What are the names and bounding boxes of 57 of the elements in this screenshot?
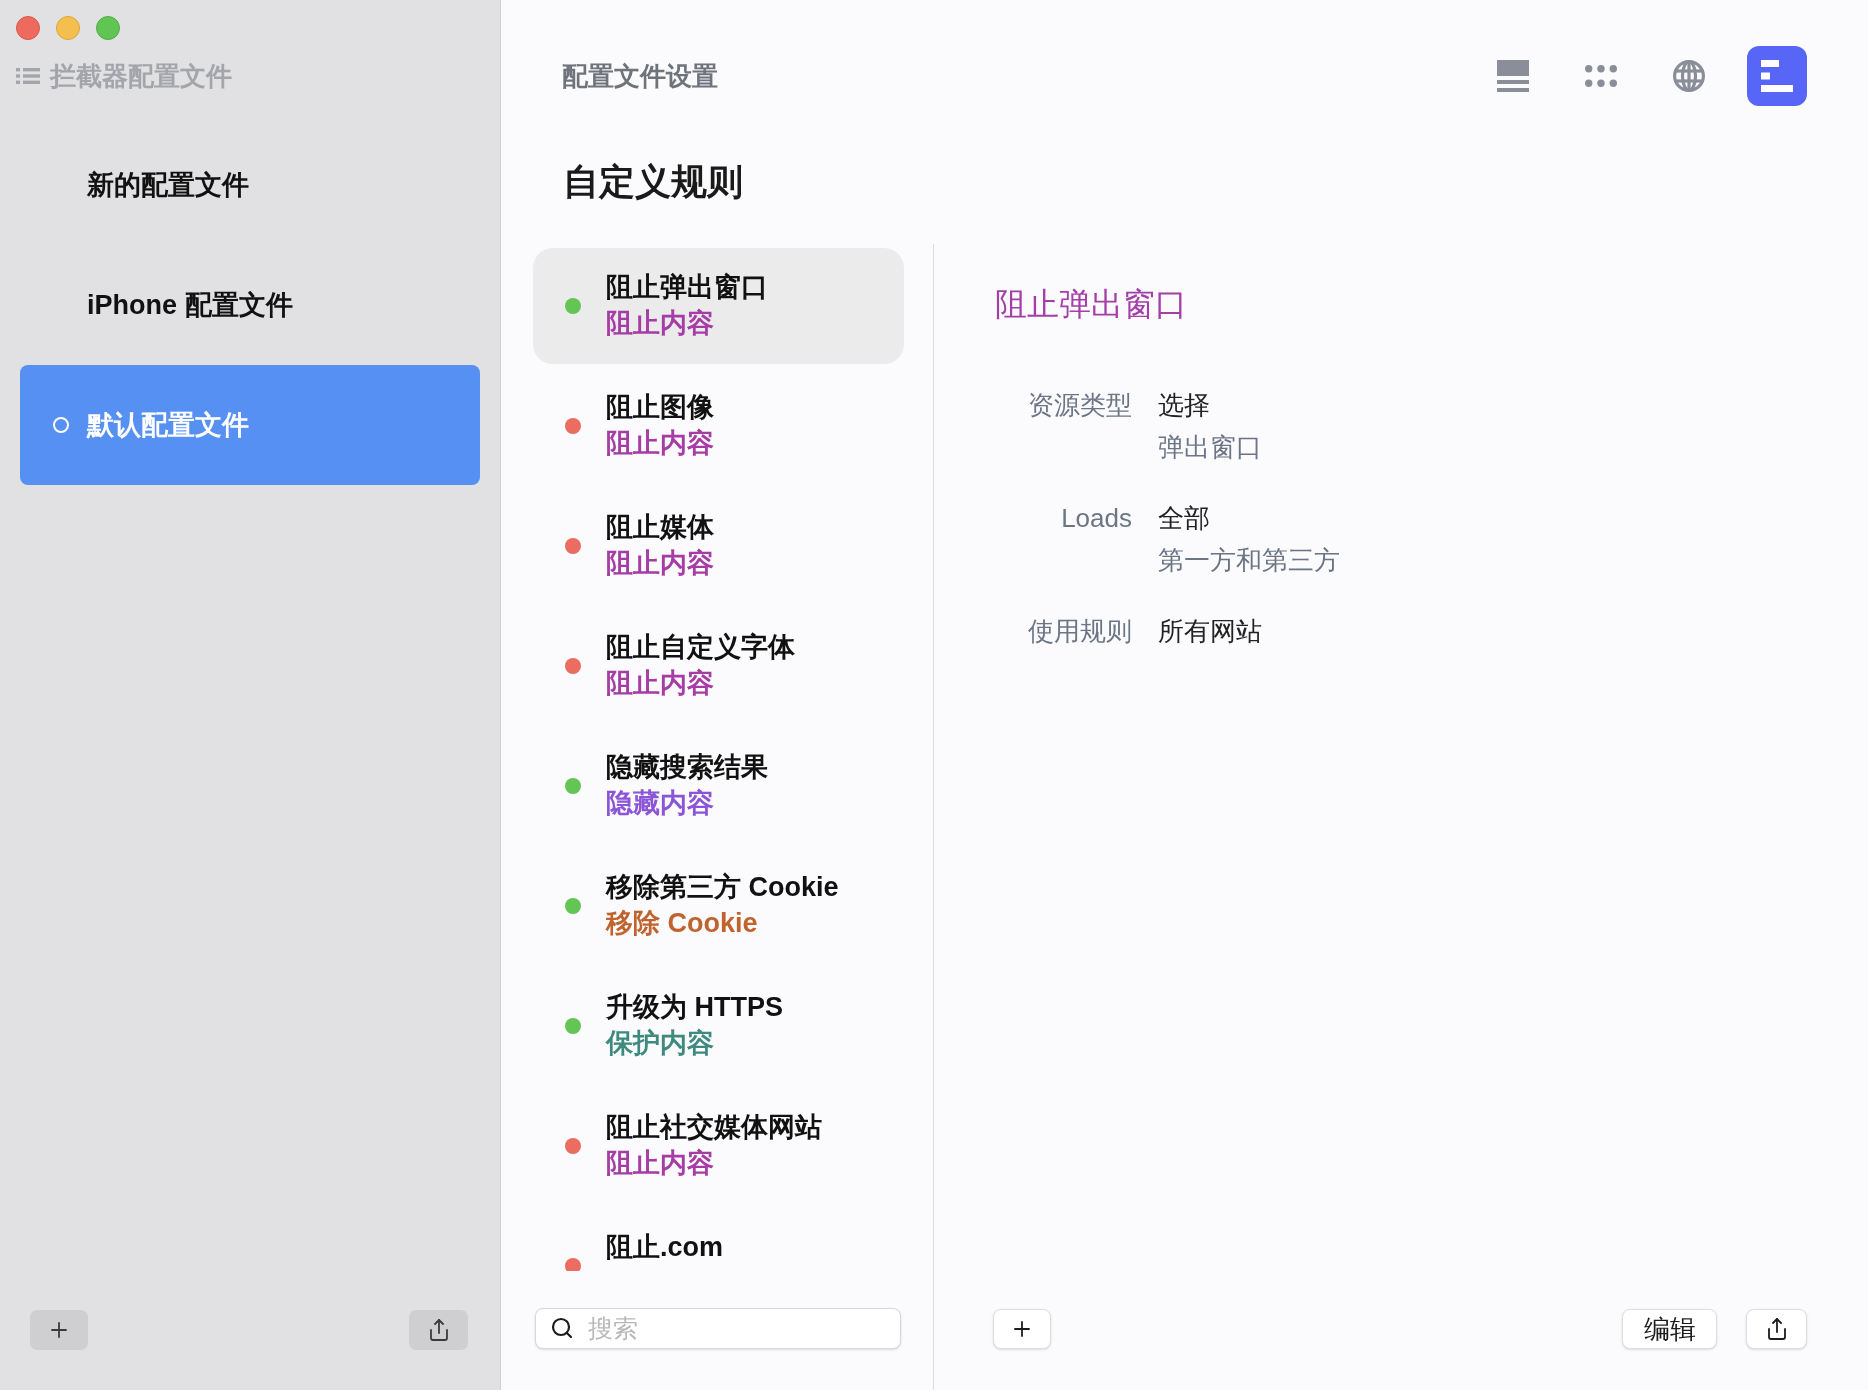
list-icon	[16, 68, 40, 84]
rule-item[interactable]: 阻止弹出窗口 阻止内容	[533, 248, 904, 364]
field-label: 资源类型	[1027, 389, 1132, 422]
rule-item[interactable]: 阻止社交媒体网站 阻止内容	[533, 1088, 904, 1204]
rule-title: 阻止.com	[606, 1231, 724, 1264]
rule-category: 隐藏内容	[606, 787, 715, 820]
rule-category: 保护内容	[606, 1027, 715, 1060]
share-button[interactable]	[1746, 1309, 1807, 1349]
rule-title: 阻止自定义字体	[606, 631, 795, 664]
field-label: 使用规则	[1027, 615, 1132, 648]
rule-item[interactable]: 移除第三方 Cookie 移除 Cookie	[533, 848, 904, 964]
field-note: 弹出窗口	[1158, 431, 1262, 464]
page-title: 配置文件设置	[562, 59, 718, 92]
field-value: 全部	[1158, 502, 1210, 535]
edit-button[interactable]: 编辑	[1622, 1309, 1717, 1349]
rule-category: 阻止内容	[606, 427, 714, 460]
bars-icon	[1761, 59, 1793, 92]
sidebar-heading: 拦截器配置文件	[50, 61, 232, 91]
radio-circle-icon	[53, 417, 69, 433]
rule-title: 阻止弹出窗口	[606, 271, 768, 304]
search-field[interactable]: 搜索	[535, 1308, 901, 1349]
search-icon	[550, 1316, 574, 1340]
rule-item[interactable]: 隐藏搜索结果 隐藏内容	[533, 728, 904, 844]
share-profile-button[interactable]	[409, 1310, 468, 1350]
rule-title: 阻止社交媒体网站	[606, 1111, 822, 1144]
rule-title: 隐藏搜索结果	[606, 751, 768, 784]
rule-item[interactable]: 阻止.com	[533, 1208, 904, 1271]
add-rule-button[interactable]	[993, 1309, 1051, 1349]
rule-title: 移除第三方 Cookie	[606, 871, 839, 904]
rule-category: 阻止内容	[606, 307, 715, 340]
profile-item[interactable]: iPhone 配置文件	[20, 245, 480, 365]
rule-title: 阻止图像	[606, 391, 714, 424]
dots-grid-icon	[1585, 64, 1617, 87]
section-title: 自定义规则	[563, 160, 743, 204]
rule-item[interactable]: 阻止图像 阻止内容	[533, 368, 904, 484]
toolbar-button[interactable]	[1747, 45, 1807, 106]
rule-category: 阻止内容	[606, 547, 714, 580]
profile-item[interactable]: 新的配置文件	[20, 125, 480, 245]
field-value: 选择	[1158, 389, 1210, 422]
field-label: Loads	[1060, 502, 1132, 535]
rule-item[interactable]: 阻止自定义字体 阻止内容	[533, 608, 904, 724]
globe-icon	[1673, 59, 1705, 92]
detail-title: 阻止弹出窗口	[995, 285, 1187, 324]
rule-category: 阻止内容	[606, 667, 715, 700]
minimize-button[interactable]	[56, 16, 80, 40]
close-button[interactable]	[16, 16, 40, 40]
maximize-button[interactable]	[96, 16, 120, 40]
rule-item[interactable]: 升级为 HTTPS 保护内容	[533, 968, 904, 1084]
field-value: 所有网站	[1158, 615, 1262, 648]
rule-title: 升级为 HTTPS	[606, 991, 783, 1024]
rule-category: 阻止内容	[606, 1147, 715, 1180]
rule-title: 阻止媒体	[606, 511, 714, 544]
add-profile-button[interactable]	[30, 1310, 88, 1350]
rule-item[interactable]: 阻止媒体 阻止内容	[533, 488, 904, 604]
rule-category: 移除 Cookie	[606, 907, 759, 940]
rows-icon	[1497, 59, 1529, 92]
field-note: 第一方和第三方	[1158, 544, 1340, 577]
